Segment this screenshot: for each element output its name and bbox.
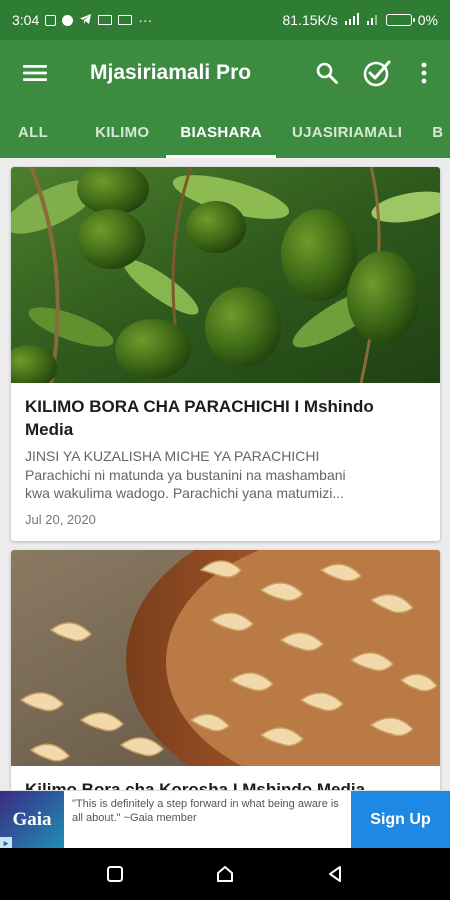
sim-notification-icon [45, 14, 57, 26]
signal-icon-2 [366, 12, 380, 28]
more-vert-icon [421, 62, 427, 84]
excerpt-line: kwa wakulima wadogo. Parachichi yana mat… [25, 485, 345, 501]
battery-icon [385, 14, 415, 26]
post-date: Jul 20, 2020 [25, 511, 96, 527]
sign-up-button[interactable]: Sign Up [351, 791, 450, 848]
excerpt-line: Parachichi ni matunda ya bustanini na ma… [25, 466, 346, 483]
home-button[interactable] [205, 854, 245, 894]
cashew-nuts-photo [11, 550, 440, 766]
email-notification-icon [98, 15, 113, 25]
post-card[interactable]: Kilimo Bora cha Korosha I Mshindo Media [11, 550, 440, 790]
tab-kilimo[interactable]: KILIMO [95, 106, 149, 158]
post-excerpt: JINSI YA KUZALISHA MICHE YA PARACHICHI P… [25, 447, 426, 503]
menu-icon [23, 65, 47, 81]
excerpt-line: JINSI YA KUZALISHA MICHE YA PARACHICHI [25, 448, 320, 464]
tab-b[interactable]: B [432, 106, 443, 158]
telegram-notification-icon [79, 12, 92, 28]
ad-text[interactable]: "This is definitely a step forward in wh… [64, 791, 351, 848]
app-bar: Mjasiriamali Pro [0, 40, 450, 106]
tab-all[interactable]: ALL [18, 106, 48, 158]
tab-biashara[interactable]: BIASHARA [166, 106, 276, 158]
check-button[interactable] [352, 40, 402, 106]
whatsapp-notification-icon [62, 14, 74, 26]
overflow-menu-button[interactable] [402, 40, 446, 106]
post-card[interactable]: KILIMO BORA CHA PARACHICHI I Mshindo Med… [11, 167, 440, 541]
home-icon [217, 866, 233, 882]
app-title: Mjasiriamali Pro [90, 61, 252, 84]
network-speed: 81.15K/s [282, 12, 338, 28]
ad-logo[interactable]: Gaia ▸ [0, 791, 64, 849]
gallery-notification-icon [118, 15, 133, 25]
menu-button[interactable] [8, 40, 62, 106]
ad-banner[interactable]: Gaia ▸ "This is definitely a step forwar… [0, 790, 450, 849]
back-icon [329, 866, 341, 882]
search-button[interactable] [302, 40, 352, 106]
post-feed[interactable]: KILIMO BORA CHA PARACHICHI I Mshindo Med… [0, 158, 450, 790]
more-notifications-icon: ··· [138, 12, 153, 28]
signal-icon [344, 12, 360, 28]
back-button[interactable] [315, 854, 355, 894]
check-circle-icon [363, 60, 391, 87]
recents-button[interactable] [95, 854, 135, 894]
avocado-tree-photo [11, 167, 440, 383]
system-nav-bar [0, 848, 450, 900]
ad-brand: Gaia [12, 809, 52, 830]
post-title[interactable]: Kilimo Bora cha Korosha I Mshindo Media [25, 778, 426, 790]
tab-ujasiriamali[interactable]: UJASIRIAMALI [292, 106, 402, 158]
battery-percent: 0% [417, 12, 438, 28]
category-tabs: ALL KILIMO BIASHARA UJASIRIAMALI B [0, 106, 450, 158]
status-bar: 3:04 ··· 81.15K/s 0% [0, 0, 450, 40]
recents-icon [107, 866, 123, 882]
post-title[interactable]: KILIMO BORA CHA PARACHICHI I Mshindo Med… [25, 395, 426, 441]
search-icon [316, 62, 338, 84]
status-time: 3:04 [12, 12, 40, 28]
